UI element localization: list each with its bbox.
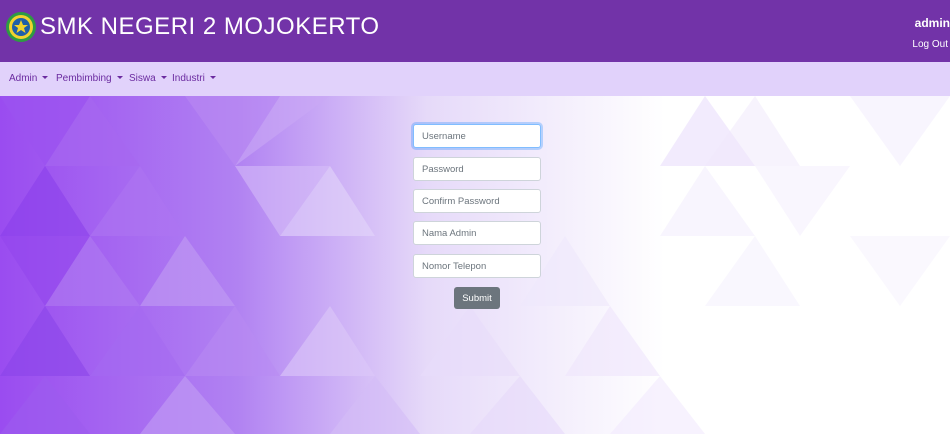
logout-link[interactable]: Log Out: [912, 39, 948, 50]
nomor-telepon-input[interactable]: [413, 254, 541, 278]
caret-down-icon: [42, 76, 49, 79]
top-header: SMK NEGERI 2 MOJOKERTO admin Log Out: [0, 0, 950, 62]
main-content: Submit: [0, 96, 950, 434]
nav-dropdown-industri[interactable]: Industri: [172, 73, 216, 84]
app-title: SMK NEGERI 2 MOJOKERTO: [40, 13, 380, 40]
password-input[interactable]: [413, 157, 541, 181]
username-input[interactable]: [413, 124, 541, 148]
caret-down-icon: [116, 76, 123, 79]
submit-button[interactable]: Submit: [454, 287, 500, 309]
main-nav: Admin Pembimbing Siswa Industri: [0, 62, 950, 96]
caret-down-icon: [209, 76, 216, 79]
caret-down-icon: [160, 76, 167, 79]
nav-dropdown-siswa[interactable]: Siswa: [129, 73, 167, 84]
nav-item-label: Admin: [9, 73, 38, 84]
nav-item-label: Industri: [172, 73, 205, 84]
nav-item-label: Pembimbing: [56, 73, 112, 84]
nav-item-label: Siswa: [129, 73, 156, 84]
nav-dropdown-admin[interactable]: Admin: [9, 73, 49, 84]
nav-dropdown-pembimbing[interactable]: Pembimbing: [56, 73, 123, 84]
confirm-password-input[interactable]: [413, 189, 541, 213]
nama-admin-input[interactable]: [413, 221, 541, 245]
school-logo-icon: [6, 12, 36, 42]
logged-in-user: admin: [914, 16, 950, 30]
